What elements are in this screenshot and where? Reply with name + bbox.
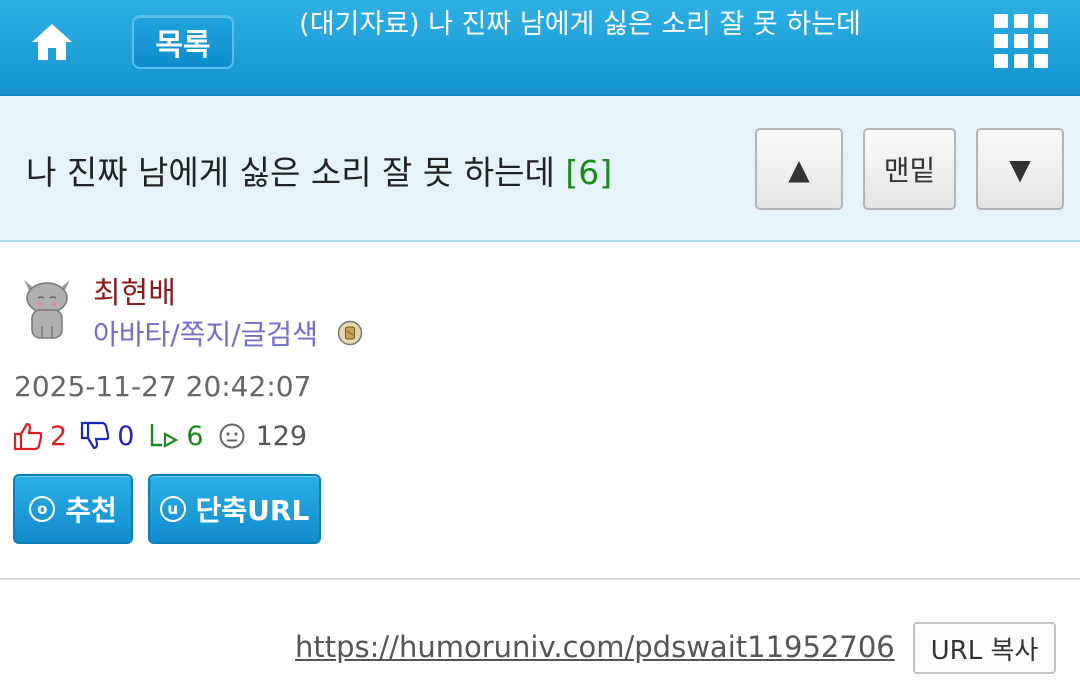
scroll-up-button[interactable]: ▲ (755, 128, 843, 210)
recommend-label: 추천 (65, 494, 117, 527)
thumbs-up-icon[interactable] (12, 420, 44, 452)
grid-menu-icon[interactable] (994, 14, 1048, 68)
post-title-text: 나 진짜 남에게 싫은 소리 잘 못 하는데 (26, 153, 555, 192)
view-face-icon (219, 423, 245, 449)
short-url-icon: u (159, 496, 186, 522)
author-links[interactable]: 아바타/쪽지/글검색 (93, 313, 318, 353)
avatar[interactable] (18, 274, 76, 344)
top-header-bar: 목록 (대기자료) 나 진짜 남에게 싫은 소리 잘 못 하는데 (0, 0, 1080, 96)
reply-icon (151, 424, 179, 448)
scroll-down-button[interactable]: ▼ (976, 128, 1064, 210)
view-count: 129 (255, 420, 308, 452)
short-url-button[interactable]: u 단축URL (148, 474, 321, 544)
home-icon (32, 24, 72, 60)
post-stats: 2 0 6 129 (12, 418, 307, 454)
comment-count[interactable]: [6] (565, 153, 612, 192)
home-button[interactable] (28, 18, 76, 66)
thumbs-down-icon[interactable] (79, 420, 111, 452)
divider (0, 578, 1080, 580)
post-url-link[interactable]: https://humoruniv.com/pdswait11952706 (295, 630, 895, 664)
downvote-count: 0 (117, 420, 135, 452)
recommend-button[interactable]: o 추천 (13, 474, 133, 544)
reply-count: 6 (186, 420, 204, 452)
upvote-count: 2 (50, 420, 68, 452)
scroll-bottom-button[interactable]: 맨밑 (863, 128, 956, 210)
recommend-icon: o (29, 496, 56, 522)
post-date: 2025-11-27 20:42:07 (14, 370, 312, 403)
member-level-icon (337, 320, 363, 346)
copy-url-button[interactable]: URL 복사 (913, 622, 1056, 674)
post-title: 나 진짜 남에게 싫은 소리 잘 못 하는데 [6] (26, 146, 612, 194)
header-title: (대기자료) 나 진짜 남에게 싫은 소리 잘 못 하는데 (299, 9, 861, 40)
short-url-label: 단축URL (195, 494, 310, 527)
author-name[interactable]: 최현배 (93, 268, 176, 312)
list-button[interactable]: 목록 (132, 15, 234, 69)
